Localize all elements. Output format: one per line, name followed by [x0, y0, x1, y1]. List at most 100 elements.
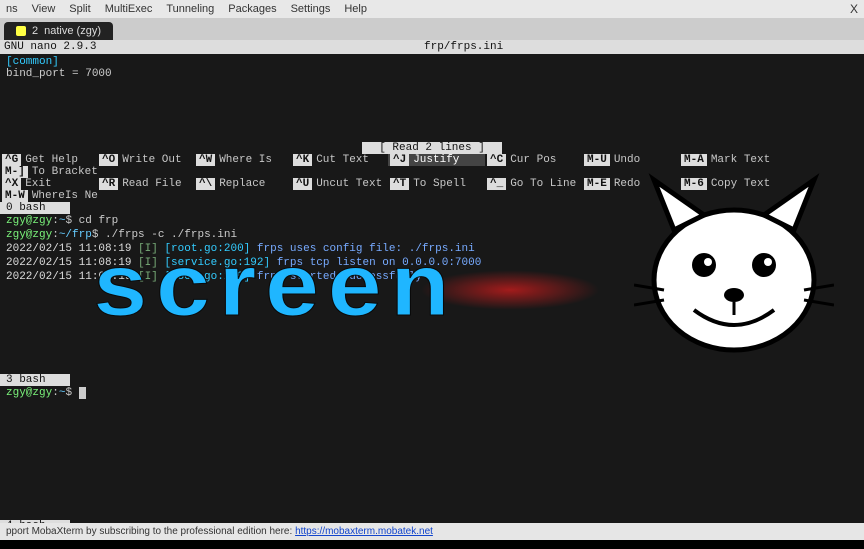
- nano-content[interactable]: [common] bind_port = 7000: [0, 54, 864, 82]
- nano-header: GNU nano 2.9.3 frp/frps.ini: [0, 40, 864, 54]
- shortcut-label: Justify: [413, 154, 459, 166]
- shortcut-label: Exit: [25, 178, 51, 190]
- footer-link[interactable]: https://mobaxterm.mobatek.net: [295, 526, 433, 537]
- shortcut-label: Where Is: [219, 154, 272, 166]
- nano-shortcuts-row2: ^X Exit ^R Read File ^\ Replace ^U Uncut Text ^T…: [0, 178, 864, 202]
- pane-3-title: 3 bash: [0, 374, 70, 386]
- nano-shortcut[interactable]: ^X Exit: [0, 178, 97, 190]
- shortcut-label: Copy Text: [711, 178, 770, 190]
- nano-shortcut[interactable]: ^K Cut Text: [291, 154, 388, 166]
- nano-shortcut[interactable]: ^\ Replace: [194, 178, 291, 190]
- menu-item[interactable]: Split: [69, 3, 90, 15]
- prompt-user: zgy@zgy: [6, 387, 52, 399]
- footer-text: pport MobaXterm by subscribing to the pr…: [6, 526, 292, 537]
- shortcut-label: Undo: [614, 154, 640, 166]
- shortcut-key: ^W: [196, 154, 215, 166]
- nano-version: GNU nano 2.9.3: [4, 41, 424, 53]
- nano-shortcut[interactable]: ^W Where Is: [194, 154, 291, 166]
- nano-shortcut[interactable]: ^G Get Help: [0, 154, 97, 166]
- shortcut-key: M-W: [2, 190, 28, 202]
- cmd-text: cd frp: [79, 215, 119, 227]
- shortcut-label: To Bracket: [32, 166, 98, 178]
- shortcut-key: M-A: [681, 154, 707, 166]
- nano-filename: frp/frps.ini: [424, 41, 503, 53]
- nano-shortcut[interactable]: ^C Cur Pos: [485, 154, 582, 166]
- shortcut-key: M-U: [584, 154, 610, 166]
- menu-item[interactable]: View: [32, 3, 56, 15]
- terminal-icon: [16, 26, 26, 36]
- shortcut-label: Mark Text: [711, 154, 770, 166]
- shortcut-key: M-E: [584, 178, 610, 190]
- nano-shortcuts-row1: ^G Get Help ^O Write Out ^W Where Is ^K Cut Tex…: [0, 154, 864, 178]
- nano-shortcut[interactable]: ^U Uncut Text: [291, 178, 388, 190]
- shortcut-key: ^X: [2, 178, 21, 190]
- shortcut-key: ^_: [487, 178, 506, 190]
- shortcut-label: Redo: [614, 178, 640, 190]
- pane-empty: [0, 284, 864, 374]
- menu-item[interactable]: MultiExec: [105, 3, 153, 15]
- shortcut-key: ^\: [196, 178, 215, 190]
- shortcut-label: Read File: [122, 178, 181, 190]
- cmd-line[interactable]: zgy@zgy:~$: [0, 386, 864, 400]
- shortcut-label: Replace: [219, 178, 265, 190]
- shortcut-key: ^U: [293, 178, 312, 190]
- shortcut-label: Go To Line: [510, 178, 576, 190]
- config-line: bind_port = 7000: [6, 68, 858, 80]
- prompt-path: ~/frp: [59, 229, 92, 241]
- pane-0-title: 0 bash: [0, 202, 70, 214]
- footer-bar: pport MobaXterm by subscribing to the pr…: [0, 523, 864, 540]
- nano-status: [ Read 2 lines ]: [362, 142, 502, 154]
- shortcut-label: Uncut Text: [316, 178, 382, 190]
- shortcut-key: ^C: [487, 154, 506, 166]
- nano-shortcut[interactable]: ^_ Go To Line: [485, 178, 582, 190]
- tab-bar: 2 native (zgy): [0, 18, 864, 40]
- nano-shortcut[interactable]: ^R Read File: [97, 178, 194, 190]
- log-line: 2022/02/15 11:08:19 [I] [service.go:192]…: [0, 256, 864, 270]
- nano-shortcut[interactable]: M-A Mark Text: [679, 154, 776, 166]
- menu-item[interactable]: Packages: [228, 3, 276, 15]
- shortcut-label: Cur Pos: [510, 154, 556, 166]
- prompt-user: zgy@zgy: [6, 215, 52, 227]
- shortcut-key: ^K: [293, 154, 312, 166]
- prompt-path: ~: [59, 215, 66, 227]
- prompt-path: ~: [59, 387, 66, 399]
- shortcut-label: Get Help: [25, 154, 78, 166]
- nano-shortcut[interactable]: ^TTo Spell: [388, 178, 485, 190]
- nano-shortcut[interactable]: ^J Justify: [388, 154, 485, 166]
- shortcut-label: Cut Text: [316, 154, 369, 166]
- tab-index: 2: [32, 25, 38, 37]
- log-line: 2022/02/15 11:08:19 [I] [root.go:209] fr…: [0, 270, 864, 284]
- shortcut-key: ^T: [390, 178, 409, 190]
- tab-session[interactable]: 2 native (zgy): [4, 22, 113, 40]
- nano-shortcut[interactable]: M-] To Bracket: [0, 166, 100, 178]
- cmd-text: ./frps -c ./frps.ini: [105, 229, 237, 241]
- nano-shortcut[interactable]: M-E Redo: [582, 178, 679, 190]
- cmd-line: zgy@zgy:~/frp$ ./frps -c ./frps.ini: [0, 228, 864, 242]
- log-line: 2022/02/15 11:08:19 [I] [root.go:200] fr…: [0, 242, 864, 256]
- menu-item[interactable]: Help: [344, 3, 367, 15]
- menu-item[interactable]: ns: [6, 3, 18, 15]
- shortcut-key: ^J: [390, 154, 409, 166]
- prompt-user: zgy@zgy: [6, 229, 52, 241]
- shortcut-key: M-6: [681, 178, 707, 190]
- menubar[interactable]: ns View Split MultiExec Tunneling Packag…: [0, 0, 864, 18]
- shortcut-key: ^R: [99, 178, 118, 190]
- close-icon[interactable]: X: [850, 2, 858, 16]
- nano-shortcut[interactable]: ^O Write Out: [97, 154, 194, 166]
- nano-shortcut[interactable]: M-6 Copy Text: [679, 178, 776, 190]
- menu-item[interactable]: Settings: [291, 3, 331, 15]
- pane-empty: [0, 400, 864, 520]
- terminal-area[interactable]: GNU nano 2.9.3 frp/frps.ini [common] bin…: [0, 40, 864, 532]
- nano-shortcut[interactable]: M-W WhereIs Ne: [0, 190, 100, 202]
- shortcut-label: WhereIs Ne: [32, 190, 98, 202]
- shortcut-key: M-]: [2, 166, 28, 178]
- shortcut-label: Write Out: [122, 154, 181, 166]
- config-section: [common]: [6, 56, 858, 68]
- menu-item[interactable]: Tunneling: [166, 3, 214, 15]
- cursor-icon: [79, 387, 86, 399]
- shortcut-key: ^O: [99, 154, 118, 166]
- tab-label: native (zgy): [44, 25, 101, 37]
- cmd-line: zgy@zgy:~$ cd frp: [0, 214, 864, 228]
- shortcut-key: ^G: [2, 154, 21, 166]
- nano-shortcut[interactable]: M-U Undo: [582, 154, 679, 166]
